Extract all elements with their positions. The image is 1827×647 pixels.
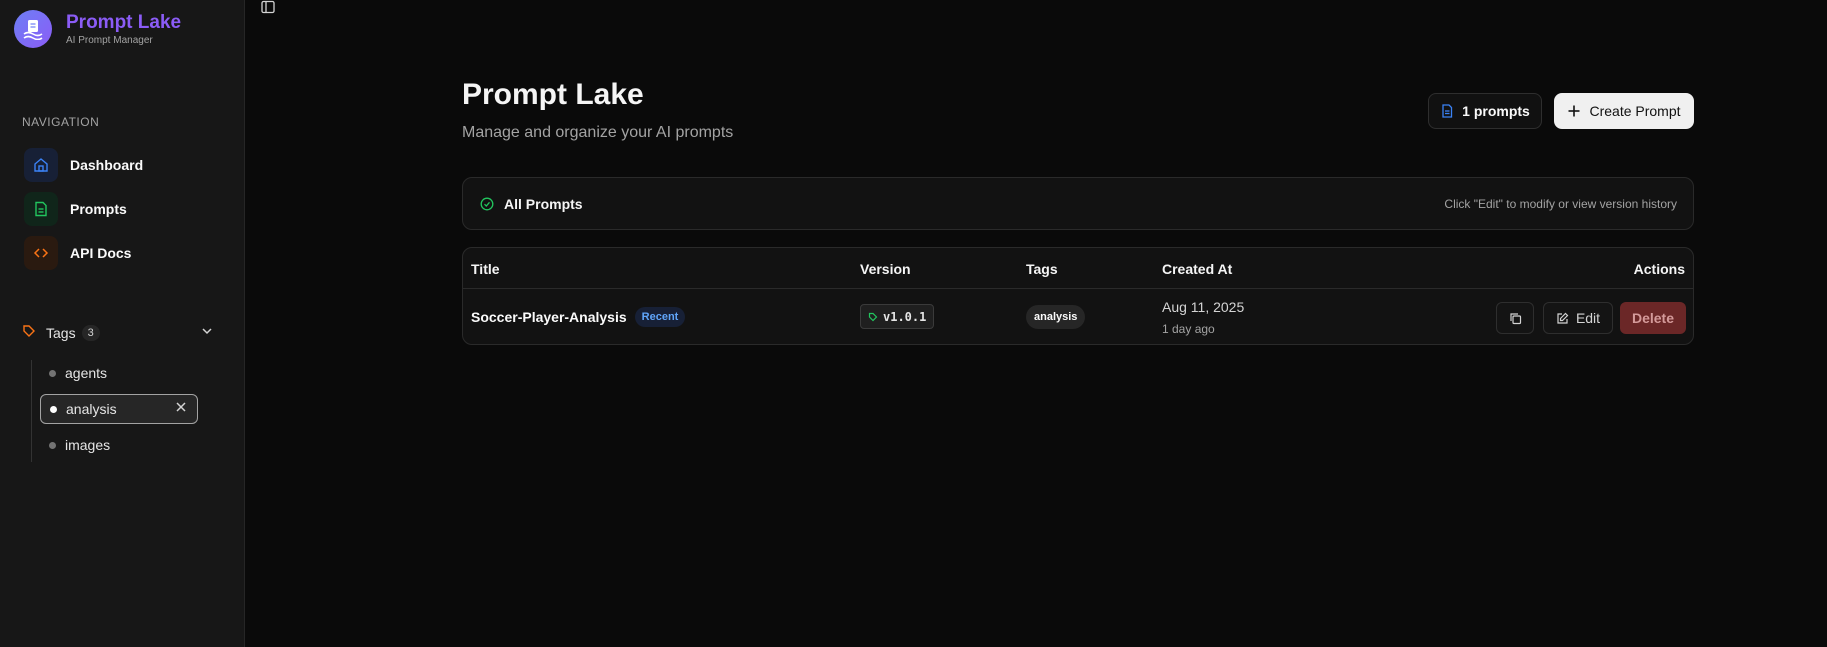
- home-icon: [24, 148, 58, 182]
- tag-name: analysis: [66, 401, 117, 417]
- column-header-tags: Tags: [1026, 261, 1058, 277]
- sidebar-item-label: API Docs: [70, 245, 132, 261]
- version-label: v1.0.1: [883, 309, 927, 324]
- tags-toggle[interactable]: Tags 3: [22, 321, 214, 345]
- tag-item-analysis[interactable]: analysis: [40, 394, 198, 424]
- tag-item-images[interactable]: images: [40, 430, 198, 460]
- tag-chip: analysis: [1026, 305, 1086, 329]
- edit-button[interactable]: Edit: [1543, 302, 1613, 334]
- tag-dot: [49, 369, 56, 377]
- file-icon: [1442, 104, 1453, 118]
- sidebar-item-prompts[interactable]: Prompts: [24, 192, 224, 226]
- tag-name: images: [65, 437, 111, 453]
- sidebar-item-label: Prompts: [70, 201, 127, 217]
- sidebar: Prompt Lake AI Prompt Manager NAVIGATION…: [0, 0, 245, 647]
- version-badge: v1.0.1: [860, 304, 935, 329]
- page-subtitle: Manage and organize your AI prompts: [462, 124, 734, 141]
- tag-name: agents: [65, 365, 108, 381]
- tag-dot: [50, 405, 57, 413]
- file-text-icon: [24, 192, 58, 226]
- brand-title: Prompt Lake: [66, 11, 182, 33]
- table-row[interactable]: Soccer-Player-Analysis Recent v1.0.1 ana…: [463, 289, 1693, 344]
- created-relative: 1 day ago: [1162, 322, 1215, 336]
- sidebar-item-dashboard[interactable]: Dashboard: [24, 148, 224, 182]
- all-prompts-panel: All Prompts Click "Edit" to modify or vi…: [462, 177, 1694, 230]
- tag-item-agents[interactable]: agents: [40, 358, 198, 388]
- chevron-down-icon[interactable]: [200, 324, 214, 343]
- column-header-version: Version: [860, 261, 911, 277]
- check-circle-icon: [480, 197, 494, 211]
- title-cell: Soccer-Player-Analysis Recent: [471, 307, 686, 327]
- recent-badge: Recent: [634, 307, 686, 327]
- copy-icon: [1509, 312, 1521, 324]
- delete-label: Delete: [1631, 310, 1675, 326]
- tag-tree-line: [31, 360, 32, 462]
- edit-icon: [1557, 312, 1569, 324]
- brand[interactable]: Prompt Lake AI Prompt Manager: [14, 10, 181, 48]
- column-header-created-at: Created At: [1162, 261, 1233, 277]
- prompt-title[interactable]: Soccer-Player-Analysis: [471, 309, 627, 325]
- panel-hint: Click "Edit" to modify or view version h…: [1444, 196, 1677, 211]
- tag-icon: [22, 324, 36, 343]
- column-header-title: Title: [471, 261, 500, 277]
- sidebar-item-api-docs[interactable]: API Docs: [24, 236, 224, 270]
- copy-button[interactable]: [1496, 302, 1534, 334]
- tag-icon: [868, 312, 878, 321]
- prompt-count-badge: 1 prompts: [1428, 93, 1542, 129]
- page-title: Prompt Lake: [462, 78, 644, 111]
- prompts-table: Title Version Tags Created At Actions So…: [462, 247, 1694, 345]
- create-prompt-button[interactable]: Create Prompt: [1554, 93, 1694, 129]
- tags-label: Tags: [46, 325, 76, 341]
- create-prompt-label: Create Prompt: [1589, 103, 1681, 119]
- code-icon: [24, 236, 58, 270]
- brand-subtitle: AI Prompt Manager: [66, 34, 153, 46]
- tags-count-badge: 3: [81, 325, 100, 341]
- panel-title: All Prompts: [504, 195, 583, 212]
- tag-dot: [49, 441, 56, 449]
- nav-heading: NAVIGATION: [22, 115, 100, 129]
- delete-button[interactable]: Delete: [1620, 302, 1686, 334]
- logo-icon: [14, 10, 52, 48]
- sidebar-toggle-icon[interactable]: [261, 0, 275, 19]
- edit-label: Edit: [1575, 310, 1601, 326]
- table-header: Title Version Tags Created At Actions: [463, 248, 1693, 289]
- plus-icon: [1568, 105, 1580, 117]
- created-at-cell: Aug 11, 2025 1 day ago: [1162, 299, 1244, 336]
- close-icon[interactable]: [175, 400, 187, 418]
- created-date: Aug 11, 2025: [1162, 299, 1245, 315]
- prompt-count-label: 1 prompts: [1462, 103, 1530, 119]
- column-header-actions: Actions: [1633, 261, 1685, 277]
- sidebar-item-label: Dashboard: [70, 157, 144, 173]
